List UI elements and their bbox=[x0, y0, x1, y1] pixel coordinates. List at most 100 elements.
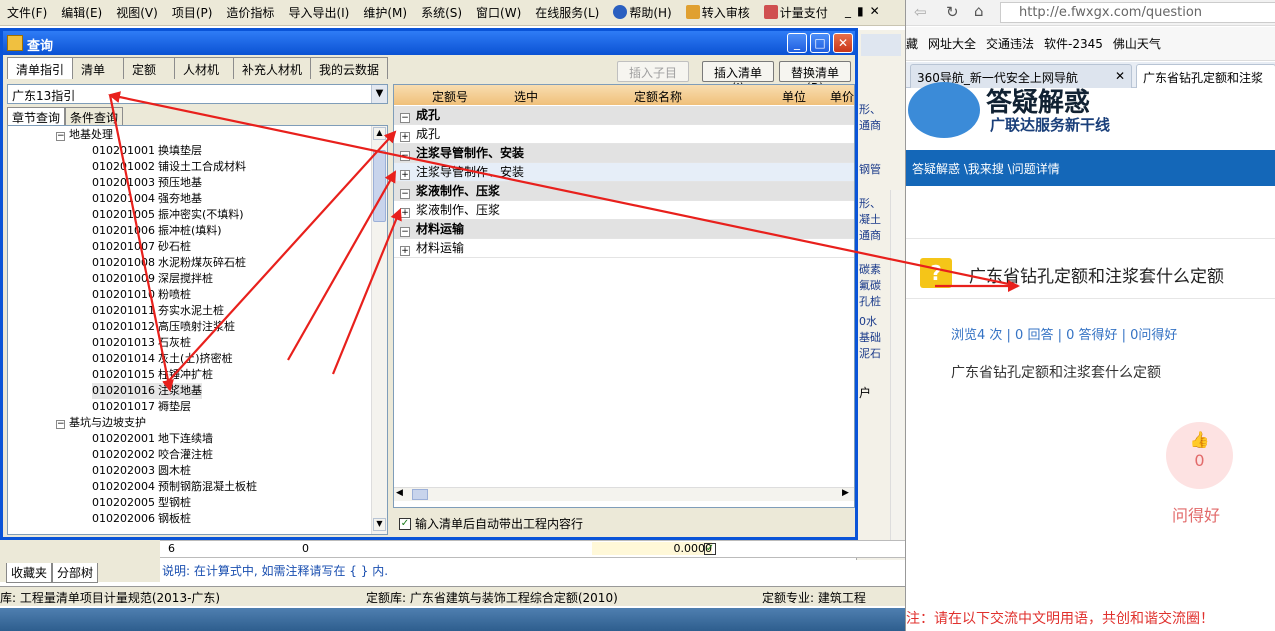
tab-condition-query[interactable]: 条件查询 bbox=[65, 107, 124, 125]
row-checkbox[interactable]: ✓ bbox=[704, 543, 716, 555]
menu-project[interactable]: 项目(P) bbox=[165, 4, 220, 21]
tree-item[interactable]: 010201011 夯实水泥土桩 bbox=[92, 303, 224, 319]
menu-system[interactable]: 系统(S) bbox=[414, 4, 469, 21]
tree-item[interactable]: 010201013 石灰桩 bbox=[92, 335, 191, 351]
breadcrumb[interactable]: 答疑解惑 \我来搜 \问题详情 bbox=[906, 150, 1275, 186]
tree-item[interactable]: 010201016 注浆地基 bbox=[92, 383, 202, 399]
chevron-down-icon[interactable]: ▼ bbox=[371, 85, 387, 103]
table-row[interactable]: + 成孔 bbox=[394, 125, 854, 144]
tree-item[interactable]: 010202001 地下连续墙 bbox=[92, 431, 213, 447]
scroll-right-icon[interactable]: ▶ bbox=[842, 488, 849, 498]
tab-quota[interactable]: 定额 bbox=[123, 57, 176, 79]
expand-icon[interactable]: + bbox=[400, 246, 410, 256]
insert-child-button[interactable]: 插入子目 bbox=[617, 61, 689, 82]
collapse-icon[interactable]: − bbox=[400, 189, 410, 199]
tab-list[interactable]: 清单 bbox=[72, 57, 125, 79]
menu-edit[interactable]: 编辑(E) bbox=[54, 4, 109, 21]
tab-labor-material[interactable]: 人材机 bbox=[174, 57, 235, 79]
menu-cost-index[interactable]: 造价指标 bbox=[219, 4, 281, 21]
tree-item[interactable]: 010201003 预压地基 bbox=[92, 175, 202, 191]
tree-item[interactable]: 010202002 咬合灌注桩 bbox=[92, 447, 213, 463]
menu-file[interactable]: 文件(F) bbox=[0, 4, 54, 21]
scroll-thumb[interactable] bbox=[412, 489, 428, 500]
expand-icon[interactable]: + bbox=[400, 170, 410, 180]
refresh-icon[interactable]: ↻ bbox=[946, 3, 959, 21]
tree-group-pit-support[interactable]: − 基坑与边坡支护 bbox=[56, 415, 146, 431]
checkbox-checked-icon[interactable]: ✓ bbox=[399, 517, 411, 530]
minimize-button[interactable]: _ bbox=[787, 33, 807, 53]
tree-item[interactable]: 010201006 振冲桩(填料) bbox=[92, 223, 222, 239]
collapse-icon[interactable]: − bbox=[56, 132, 65, 141]
address-bar[interactable]: http://e.fwxgx.com/question bbox=[1000, 2, 1275, 23]
tree-item[interactable]: 010201015 柱锤冲扩桩 bbox=[92, 367, 213, 383]
scroll-thumb[interactable] bbox=[373, 150, 386, 222]
close-icon[interactable]: ✕ bbox=[1115, 69, 1125, 83]
menu-maintain[interactable]: 维护(M) bbox=[356, 4, 414, 21]
auto-content-checkbox[interactable]: ✓ 输入清单后自动带出工程内容行 bbox=[399, 515, 583, 532]
app-minimize-button[interactable]: _ bbox=[845, 4, 851, 18]
tree-item[interactable]: 010201001 换填垫层 bbox=[92, 143, 202, 159]
tree-item[interactable]: 010201012 高压喷射注浆桩 bbox=[92, 319, 235, 335]
collapse-icon[interactable]: − bbox=[56, 420, 65, 429]
tab-section-tree[interactable]: 分部树 bbox=[52, 563, 99, 583]
tree-item[interactable]: 010201004 强夯地基 bbox=[92, 191, 202, 207]
menu-window[interactable]: 窗口(W) bbox=[469, 4, 528, 21]
tree-item[interactable]: 010201014 灰土(土)挤密桩 bbox=[92, 351, 233, 367]
tree-item[interactable]: 010202003 圆木桩 bbox=[92, 463, 191, 479]
replace-list-button[interactable]: 替换清单(R) bbox=[779, 61, 851, 95]
menu-view[interactable]: 视图(V) bbox=[109, 4, 165, 21]
fav-item[interactable]: 软件-2345 bbox=[1044, 35, 1103, 52]
menu-help[interactable]: 帮助(H) bbox=[606, 4, 678, 21]
insert-list-button[interactable]: 插入清单(I) bbox=[702, 61, 774, 95]
menu-measure-pay[interactable]: 计量支付 bbox=[757, 4, 835, 21]
fav-item[interactable]: 佛山天气 bbox=[1113, 35, 1161, 52]
collapse-icon[interactable]: − bbox=[400, 227, 410, 237]
tree-item[interactable]: 010201005 振冲密实(不填料) bbox=[92, 207, 244, 223]
like-button[interactable]: 👍 0 bbox=[1166, 422, 1233, 489]
table-row[interactable]: + 浆液制作、压浆 bbox=[394, 201, 854, 220]
tree-item[interactable]: 010202004 预制钢筋混凝土板桩 bbox=[92, 479, 257, 495]
table-row[interactable]: 6 0 0.0000 ✓ bbox=[160, 540, 905, 558]
tree-item[interactable]: 010201008 水泥粉煤灰碎石桩 bbox=[92, 255, 246, 271]
tree-item[interactable]: 010201010 粉喷桩 bbox=[92, 287, 191, 303]
guide-library-select[interactable]: 广东13指引 ▼ bbox=[7, 84, 388, 104]
tree-item[interactable]: 010201017 褥垫层 bbox=[92, 399, 191, 415]
expand-icon[interactable]: + bbox=[400, 208, 410, 218]
browser-tab-active[interactable]: 广东省钻孔定额和注浆 bbox=[1136, 64, 1275, 88]
tree-item[interactable]: 010201007 砂石桩 bbox=[92, 239, 191, 255]
tree-item[interactable]: 010202006 钢板桩 bbox=[92, 511, 191, 527]
app-restore-button[interactable]: ▮ bbox=[857, 4, 864, 18]
fav-item[interactable]: 交通违法 bbox=[986, 35, 1034, 52]
back-icon[interactable]: ⇦ bbox=[914, 3, 927, 21]
tree-item[interactable]: 010201009 深层搅拌桩 bbox=[92, 271, 213, 287]
maximize-button[interactable]: □ bbox=[810, 33, 830, 53]
fav-item[interactable]: 藏 bbox=[906, 35, 918, 52]
collapse-icon[interactable]: − bbox=[400, 113, 410, 123]
fav-item[interactable]: 网址大全 bbox=[928, 35, 976, 52]
tree-scrollbar[interactable]: ▲ ▼ bbox=[371, 126, 387, 534]
tab-favorites[interactable]: 收藏夹 bbox=[6, 563, 53, 583]
peek-scrollbar[interactable] bbox=[890, 190, 904, 550]
collapse-icon[interactable]: − bbox=[400, 151, 410, 161]
tab-list-guide[interactable]: 清单指引 bbox=[7, 57, 74, 79]
scroll-up-icon[interactable]: ▲ bbox=[373, 127, 386, 140]
close-button[interactable]: ✕ bbox=[833, 33, 853, 53]
menu-online-service[interactable]: 在线服务(L) bbox=[528, 4, 606, 21]
scroll-left-icon[interactable]: ◀ bbox=[396, 488, 403, 498]
menu-audit[interactable]: 转入审核 bbox=[679, 4, 757, 21]
scroll-down-icon[interactable]: ▼ bbox=[373, 518, 386, 531]
home-icon[interactable]: ⌂ bbox=[974, 2, 984, 20]
table-row[interactable]: + 材料运输 bbox=[394, 239, 854, 258]
tree-item[interactable]: 010201002 铺设土工合成材料 bbox=[92, 159, 246, 175]
app-close-button[interactable]: ✕ bbox=[870, 4, 880, 18]
table-row[interactable]: + 注浆导管制作、安装 bbox=[394, 163, 854, 182]
tab-supplementary[interactable]: 补充人材机 bbox=[233, 57, 312, 79]
table-row-group[interactable]: − 材料运输 bbox=[394, 220, 854, 239]
tab-my-cloud[interactable]: 我的云数据 bbox=[310, 57, 389, 79]
tab-chapter-query[interactable]: 章节查询 bbox=[7, 107, 66, 125]
tree-item[interactable]: 010202005 型钢桩 bbox=[92, 495, 191, 511]
table-row-group[interactable]: − 注浆导管制作、安装 bbox=[394, 144, 854, 163]
table-row-group[interactable]: − 浆液制作、压浆 bbox=[394, 182, 854, 201]
table-row-group[interactable]: − 成孔 bbox=[394, 106, 854, 125]
tree-group-foundation[interactable]: − 地基处理 bbox=[56, 127, 113, 143]
